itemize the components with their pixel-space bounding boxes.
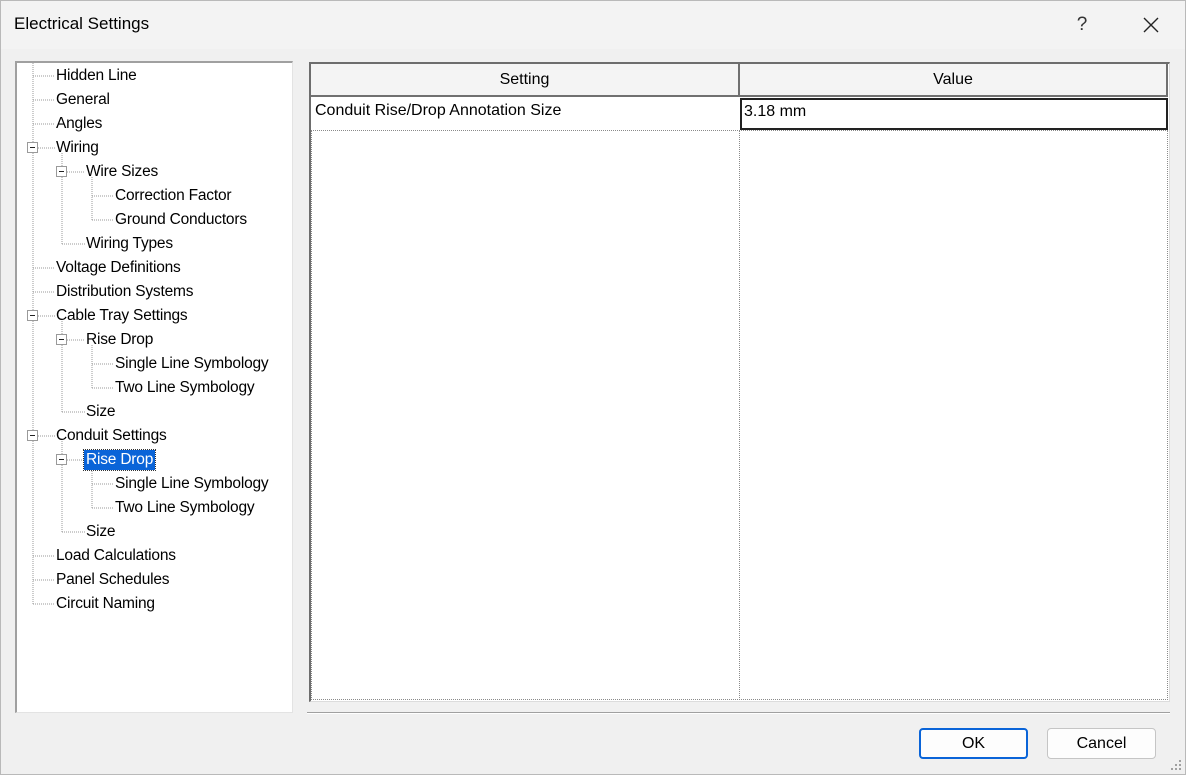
tree-item-cable-tray-settings[interactable]: Cable Tray Settings xyxy=(54,306,189,326)
close-icon xyxy=(1143,17,1159,33)
tree-item-panel-schedules[interactable]: Panel Schedules xyxy=(54,570,171,590)
grid-right-edge xyxy=(1167,130,1168,700)
settings-grid: Setting Value Conduit Rise/Drop Annotati… xyxy=(309,62,1170,702)
tree-item-conduit-two-line[interactable]: Two Line Symbology xyxy=(113,498,256,518)
tree-item-hidden-line[interactable]: Hidden Line xyxy=(54,66,139,86)
close-button[interactable] xyxy=(1123,1,1179,49)
tree-item-cable-tray-two-line[interactable]: Two Line Symbology xyxy=(113,378,256,398)
tree-item-angles[interactable]: Angles xyxy=(54,114,104,134)
dialog-title: Electrical Settings xyxy=(14,14,150,33)
collapse-toggle-icon[interactable] xyxy=(27,142,38,153)
collapse-toggle-icon[interactable] xyxy=(27,310,38,321)
column-header-value[interactable]: Value xyxy=(740,64,1168,97)
tree-item-cable-tray-rise-drop[interactable]: Rise Drop xyxy=(84,330,155,350)
tree-item-circuit-naming[interactable]: Circuit Naming xyxy=(54,594,157,614)
tree-item-general[interactable]: General xyxy=(54,90,112,110)
tree-item-wiring[interactable]: Wiring xyxy=(54,138,101,158)
collapse-toggle-icon[interactable] xyxy=(56,166,67,177)
collapse-toggle-icon[interactable] xyxy=(27,430,38,441)
grid-left-edge xyxy=(311,130,312,700)
tree-item-wiring-types[interactable]: Wiring Types xyxy=(84,234,175,254)
resize-grip-icon[interactable] xyxy=(1169,758,1183,772)
tree-item-conduit-settings[interactable]: Conduit Settings xyxy=(54,426,169,446)
tree-item-correction-factor[interactable]: Correction Factor xyxy=(113,186,233,206)
help-button[interactable]: ? xyxy=(1054,1,1110,49)
column-divider xyxy=(739,130,740,700)
electrical-settings-dialog: Electrical Settings ? Hidden Line Genera… xyxy=(0,0,1186,775)
tree-item-conduit-size[interactable]: Size xyxy=(84,522,117,542)
tree-item-conduit-rise-drop[interactable]: Rise Drop xyxy=(82,449,157,471)
tree-item-cable-tray-single-line[interactable]: Single Line Symbology xyxy=(113,354,270,374)
setting-cell[interactable]: Conduit Rise/Drop Annotation Size xyxy=(311,99,738,123)
ok-button[interactable]: OK xyxy=(919,728,1028,759)
tree-item-load-calculations[interactable]: Load Calculations xyxy=(54,546,178,566)
cancel-button[interactable]: Cancel xyxy=(1047,728,1156,759)
settings-tree[interactable]: Hidden Line General Angles Wiring Wire S… xyxy=(15,61,293,713)
collapse-toggle-icon[interactable] xyxy=(56,334,67,345)
tree-item-voltage-definitions[interactable]: Voltage Definitions xyxy=(54,258,183,278)
column-header-setting[interactable]: Setting xyxy=(311,64,740,97)
title-bar[interactable]: Electrical Settings ? xyxy=(1,1,1185,49)
tree-item-wire-sizes[interactable]: Wire Sizes xyxy=(84,162,160,182)
tree-item-ground-conductors[interactable]: Ground Conductors xyxy=(113,210,249,230)
value-cell[interactable]: 3.18 mm xyxy=(740,98,1168,130)
grid-bottom-edge xyxy=(311,699,1168,700)
tree-item-distribution-systems[interactable]: Distribution Systems xyxy=(54,282,195,302)
tree-item-cable-tray-size[interactable]: Size xyxy=(84,402,117,422)
collapse-toggle-icon[interactable] xyxy=(56,454,67,465)
tree-item-conduit-single-line[interactable]: Single Line Symbology xyxy=(113,474,270,494)
footer-separator xyxy=(307,712,1170,714)
